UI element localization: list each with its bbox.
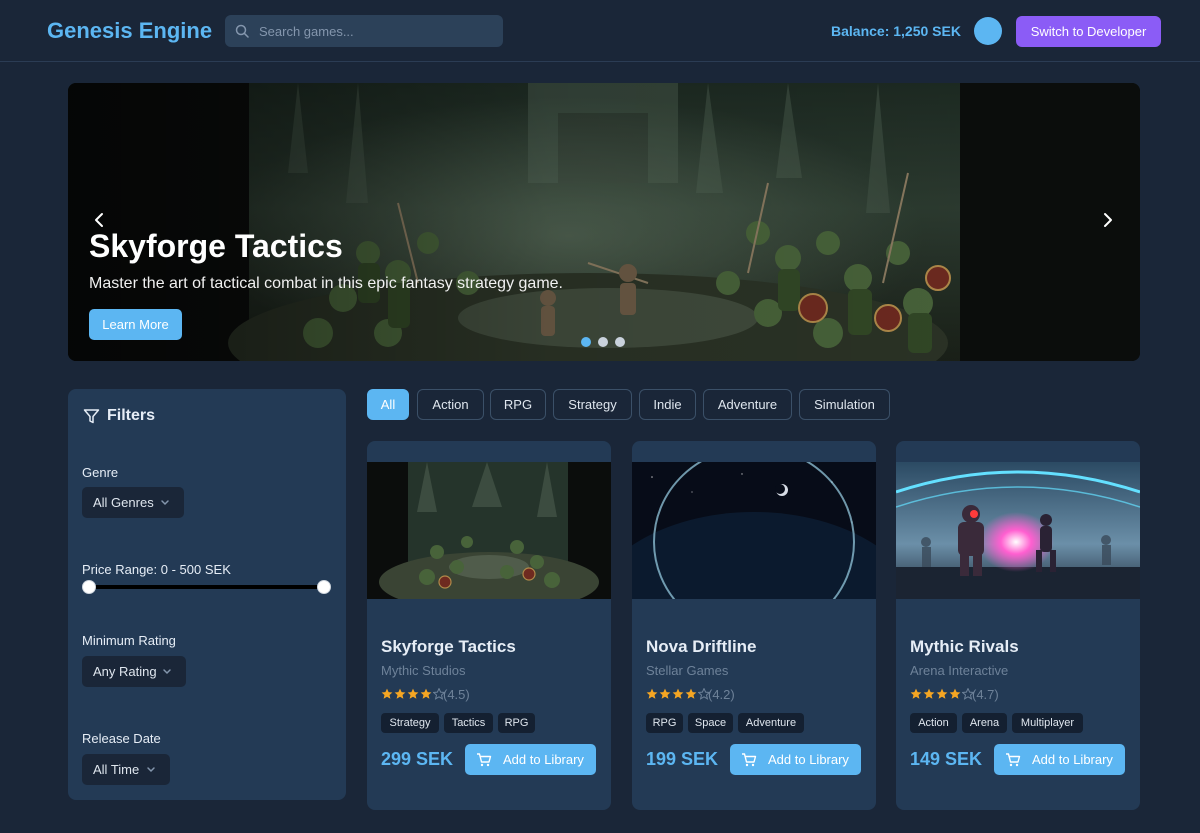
release-date-select-value: All Time [93,762,140,777]
hero-title: Skyforge Tactics [89,228,343,264]
hero-carousel: Skyforge Tactics Master the art of tacti… [68,83,1140,361]
game-tag: Multiplayer [1012,713,1083,733]
cart-icon [742,753,757,767]
game-cover-image [632,462,876,599]
add-to-library-button[interactable]: Add to Library [465,744,596,775]
game-developer: Stellar Games [646,663,729,678]
price-min-handle[interactable] [82,580,96,594]
top-bar: Genesis Engine Balance: 1,250 SEK Switch… [0,0,1200,62]
tab-all[interactable]: All [367,389,409,420]
game-cover-image [367,462,611,599]
price-max-handle[interactable] [317,580,331,594]
rating-value: (4.5) [443,687,470,702]
chevron-down-icon [147,767,155,773]
rating-select[interactable]: Any Rating [82,656,186,687]
tab-strategy[interactable]: Strategy [553,389,632,420]
add-to-library-label: Add to Library [503,752,584,767]
price-range-label: Price Range: 0 - 500 SEK [82,562,231,577]
game-tag: Space [688,713,733,733]
game-price: 299 SEK [381,749,454,769]
game-developer: Arena Interactive [910,663,1009,678]
tab-adventure[interactable]: Adventure [703,389,792,420]
star-filled-icon [949,688,961,699]
search-input[interactable] [259,15,495,47]
game-card[interactable]: Mythic Rivals Arena Interactive (4.7) Ac… [896,441,1140,810]
cart-icon [477,753,492,767]
star-filled-icon [672,688,684,699]
search-icon [235,24,249,38]
game-card[interactable]: Nova Driftline Stellar Games (4.2) RPG S… [632,441,876,810]
tab-indie[interactable]: Indie [639,389,696,420]
game-card[interactable]: Skyforge Tactics Mythic Studios (4.5) St… [367,441,611,810]
learn-more-button[interactable]: Learn More [89,309,182,340]
star-filled-icon [923,688,935,699]
release-date-select[interactable]: All Time [82,754,170,785]
game-tag: Arena [962,713,1007,733]
game-tag: RPG [646,713,683,733]
rating-select-value: Any Rating [93,664,157,679]
balance-display: Balance: 1,250 SEK [831,23,961,39]
game-cover-image [896,462,1140,599]
genre-label: Genre [82,465,119,480]
carousel-next-button[interactable] [1098,211,1118,233]
game-tag: Tactics [444,713,493,733]
cart-icon [1006,753,1021,767]
add-to-library-label: Add to Library [768,752,849,767]
carousel-dot[interactable] [581,337,591,347]
game-title[interactable]: Nova Driftline [646,637,757,657]
star-filled-icon [685,688,697,699]
star-filled-icon [394,688,406,699]
avatar[interactable] [974,17,1002,45]
tab-rpg[interactable]: RPG [490,389,546,420]
star-filled-icon [420,688,432,699]
switch-to-developer-button[interactable]: Switch to Developer [1016,16,1161,47]
add-to-library-button[interactable]: Add to Library [994,744,1125,775]
game-tag: RPG [498,713,535,733]
game-developer: Mythic Studios [381,663,466,678]
chevron-right-icon [1104,213,1112,227]
rating-value: (4.7) [972,687,999,702]
brand-logo[interactable]: Genesis Engine [47,18,212,44]
hero-subtitle: Master the art of tactical combat in thi… [89,275,563,292]
game-tag: Adventure [738,713,804,733]
chevron-down-icon [163,669,171,675]
chevron-down-icon [161,500,169,506]
star-filled-icon [646,688,658,699]
filters-title: Filters [107,407,156,424]
tab-simulation[interactable]: Simulation [799,389,890,420]
price-range-track[interactable] [89,585,324,589]
star-filled-icon [407,688,419,699]
carousel-dot[interactable] [615,337,625,347]
star-filled-icon [910,688,922,699]
star-filled-icon [381,688,393,699]
rating-value: (4.2) [708,687,735,702]
add-to-library-label: Add to Library [1032,752,1113,767]
chevron-left-icon [95,213,103,227]
filter-icon [83,409,100,424]
release-date-label: Release Date [82,731,161,746]
game-tag: Action [910,713,957,733]
game-title[interactable]: Skyforge Tactics [381,637,516,657]
filters-panel: Filters Genre All Genres Price Range: 0 … [68,389,346,800]
price-range-fill [89,585,324,589]
minimum-rating-label: Minimum Rating [82,633,176,648]
carousel-dot[interactable] [598,337,608,347]
genre-select-value: All Genres [93,495,154,510]
star-filled-icon [936,688,948,699]
game-price: 199 SEK [646,749,719,769]
tab-action[interactable]: Action [417,389,484,420]
game-price: 149 SEK [910,749,983,769]
game-title[interactable]: Mythic Rivals [910,637,1019,657]
genre-select[interactable]: All Genres [82,487,184,518]
game-tag: Strategy [381,713,439,733]
search-box[interactable] [225,15,503,47]
add-to-library-button[interactable]: Add to Library [730,744,861,775]
hero-image [68,83,1140,361]
star-filled-icon [659,688,671,699]
